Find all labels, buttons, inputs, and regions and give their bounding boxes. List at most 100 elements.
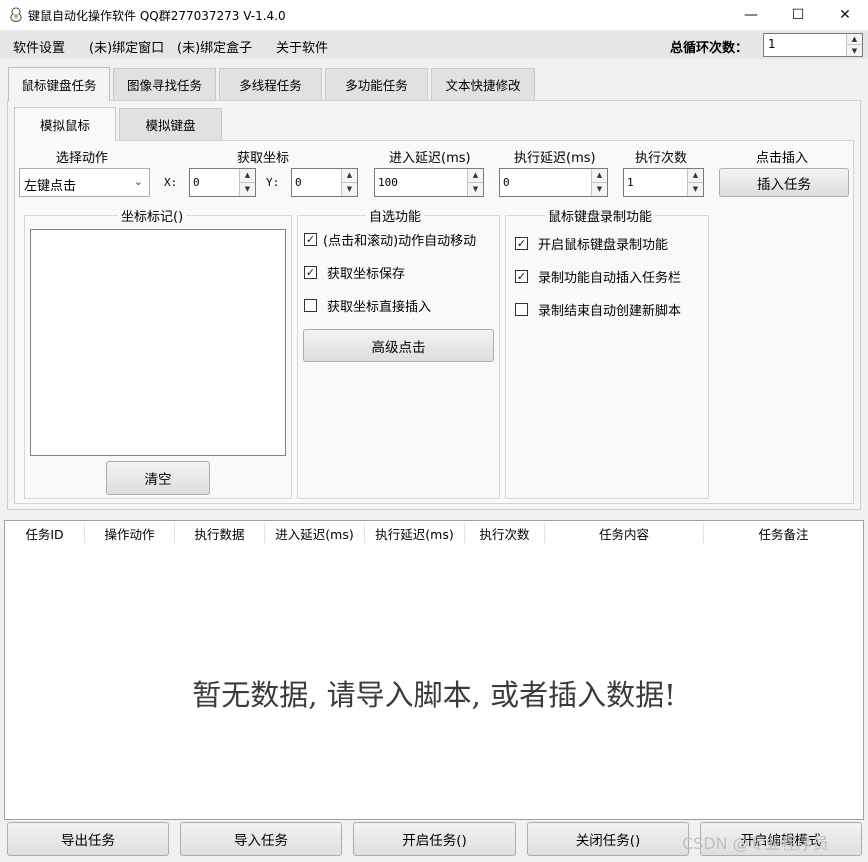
loop-count-value[interactable]: 1 xyxy=(768,37,776,51)
menu-bind-window[interactable]: (未)绑定窗口 xyxy=(89,37,164,56)
spin-down-icon[interactable]: ▼ xyxy=(592,183,607,197)
y-coord-spinbox[interactable]: 0 ▲ ▼ xyxy=(291,168,358,197)
menu-bar: 软件设置 (未)绑定窗口 (未)绑定盒子 关于软件 总循环次数： xyxy=(0,31,868,59)
exec-count-value[interactable]: 1 xyxy=(627,176,634,189)
loop-count-label: 总循环次数： xyxy=(670,41,749,56)
menu-bind-box[interactable]: (未)绑定盒子 xyxy=(177,37,252,56)
record-enable[interactable]: ✓ 开启鼠标键盘录制功能 xyxy=(515,234,668,253)
action-label: 选择动作 xyxy=(56,151,109,166)
subtab-simulate-mouse[interactable]: 模拟鼠标 xyxy=(14,107,116,141)
option-direct-insert[interactable]: 获取坐标直接插入 xyxy=(304,296,431,315)
minimize-icon: — xyxy=(744,7,758,23)
exec-delay-value[interactable]: 0 xyxy=(503,176,510,189)
spin-up-icon[interactable]: ▲ xyxy=(468,169,483,183)
checkbox-direct-insert[interactable] xyxy=(304,299,317,312)
option-auto-move[interactable]: ✓ (点击和滚动)动作自动移动 xyxy=(304,230,476,249)
table-header-enter-delay[interactable]: 进入延迟(ms) xyxy=(265,523,365,543)
import-tasks-button[interactable]: 导入任务 xyxy=(180,822,342,856)
table-header-task-note[interactable]: 任务备注 xyxy=(704,523,863,543)
tab-mouse-keyboard[interactable]: 鼠标键盘任务 xyxy=(8,67,110,101)
stop-tasks-button[interactable]: 关闭任务() xyxy=(527,822,689,856)
task-table[interactable] xyxy=(4,520,864,820)
coord-label: 获取坐标 xyxy=(237,151,290,166)
option-auto-move-label: (点击和滚动)动作自动移动 xyxy=(323,234,477,249)
table-header-exec-count[interactable]: 执行次数 xyxy=(465,523,545,543)
checkbox-record-enable[interactable]: ✓ xyxy=(515,237,528,250)
y-coord-value[interactable]: 0 xyxy=(295,176,302,189)
checkbox-record-auto-create[interactable] xyxy=(515,303,528,316)
exec-delay-spinbox[interactable]: 0 ▲ ▼ xyxy=(499,168,608,197)
y-coord-spinner[interactable]: ▲ ▼ xyxy=(341,169,357,196)
checkbox-save-coord[interactable]: ✓ xyxy=(304,266,317,279)
loop-count-spinbox[interactable]: 1 ▲ ▼ xyxy=(763,33,863,57)
loop-count-spinner[interactable]: ▲ ▼ xyxy=(846,34,862,56)
table-header-task-content[interactable]: 任务内容 xyxy=(545,523,704,543)
menu-about[interactable]: 关于软件 xyxy=(276,37,328,56)
option-direct-insert-label: 获取坐标直接插入 xyxy=(327,300,432,315)
check-icon: ✓ xyxy=(305,266,316,279)
tab-multithread[interactable]: 多线程任务 xyxy=(219,68,322,100)
x-coord-spinner[interactable]: ▲ ▼ xyxy=(239,169,255,196)
spin-up-icon[interactable]: ▲ xyxy=(592,169,607,183)
tab-text-shortcut[interactable]: 文本快捷修改 xyxy=(431,68,535,100)
spin-up-icon[interactable]: ▲ xyxy=(342,169,357,183)
app-icon xyxy=(10,7,22,23)
record-auto-create[interactable]: 录制结束自动创建新脚本 xyxy=(515,300,681,319)
advanced-click-button[interactable]: 高级点击 xyxy=(303,329,494,362)
table-header-exec-data[interactable]: 执行数据 xyxy=(175,523,265,543)
spin-up-icon[interactable]: ▲ xyxy=(240,169,255,183)
spin-down-icon[interactable]: ▼ xyxy=(342,183,357,197)
action-select[interactable]: 左键点击 ⌄ xyxy=(19,168,150,197)
tab-image-search[interactable]: 图像寻找任务 xyxy=(113,68,216,100)
enter-delay-spinner[interactable]: ▲ ▼ xyxy=(467,169,483,196)
exec-delay-label: 执行延迟(ms) xyxy=(514,151,596,166)
checkbox-record-auto-insert[interactable]: ✓ xyxy=(515,270,528,283)
spin-up-icon[interactable]: ▲ xyxy=(688,169,703,183)
y-axis-label: Y: xyxy=(266,176,280,189)
close-button[interactable]: ✕ xyxy=(822,0,868,30)
option-save-coord[interactable]: ✓ 获取坐标保存 xyxy=(304,263,405,282)
coord-marker-list[interactable] xyxy=(30,229,286,456)
coord-marker-title: 坐标标记() xyxy=(118,206,187,225)
enter-delay-value[interactable]: 100 xyxy=(378,176,398,189)
checkbox-auto-move[interactable]: ✓ xyxy=(304,233,317,246)
spin-down-icon[interactable]: ▼ xyxy=(468,183,483,197)
action-select-value: 左键点击 xyxy=(24,179,77,194)
chevron-down-icon: ⌄ xyxy=(133,175,143,188)
record-auto-create-label: 录制结束自动创建新脚本 xyxy=(538,304,682,319)
record-group xyxy=(505,215,709,499)
insert-label: 点击插入 xyxy=(756,151,809,166)
table-header-action[interactable]: 操作动作 xyxy=(85,523,175,543)
x-coord-value[interactable]: 0 xyxy=(193,176,200,189)
maximize-button[interactable]: ☐ xyxy=(775,0,821,30)
x-coord-spinbox[interactable]: 0 ▲ ▼ xyxy=(189,168,256,197)
option-save-coord-label: 获取坐标保存 xyxy=(327,267,406,282)
check-icon: ✓ xyxy=(305,233,316,246)
record-title: 鼠标键盘录制功能 xyxy=(545,206,656,225)
tab-multifunction[interactable]: 多功能任务 xyxy=(325,68,428,100)
spin-down-icon[interactable]: ▼ xyxy=(688,183,703,197)
start-tasks-button[interactable]: 开启任务() xyxy=(353,822,516,856)
check-icon: ✓ xyxy=(516,237,527,250)
insert-task-button[interactable]: 插入任务 xyxy=(719,168,849,197)
table-header-task-id[interactable]: 任务ID xyxy=(5,523,85,543)
spin-up-icon[interactable]: ▲ xyxy=(847,34,862,45)
spin-down-icon[interactable]: ▼ xyxy=(847,45,862,56)
close-icon: ✕ xyxy=(839,7,851,23)
exec-delay-spinner[interactable]: ▲ ▼ xyxy=(591,169,607,196)
exec-count-spinner[interactable]: ▲ ▼ xyxy=(687,169,703,196)
subtab-simulate-keyboard[interactable]: 模拟键盘 xyxy=(119,108,222,140)
spin-down-icon[interactable]: ▼ xyxy=(240,183,255,197)
record-auto-insert[interactable]: ✓ 录制功能自动插入任务栏 xyxy=(515,267,681,286)
minimize-button[interactable]: — xyxy=(728,0,774,30)
table-header-exec-delay[interactable]: 执行延迟(ms) xyxy=(365,523,465,543)
empty-table-message: 暂无数据, 请导入脚本, 或者插入数据! xyxy=(192,678,676,712)
clear-button[interactable]: 清空 xyxy=(106,461,210,495)
window-title: 键鼠自动化操作软件 QQ群277037273 V-1.4.0 xyxy=(28,9,286,23)
maximize-icon: ☐ xyxy=(791,7,805,23)
menu-software-settings[interactable]: 软件设置 xyxy=(13,37,65,56)
export-tasks-button[interactable]: 导出任务 xyxy=(7,822,169,856)
enter-delay-spinbox[interactable]: 100 ▲ ▼ xyxy=(374,168,484,197)
exec-count-spinbox[interactable]: 1 ▲ ▼ xyxy=(623,168,704,197)
record-auto-insert-label: 录制功能自动插入任务栏 xyxy=(538,271,682,286)
